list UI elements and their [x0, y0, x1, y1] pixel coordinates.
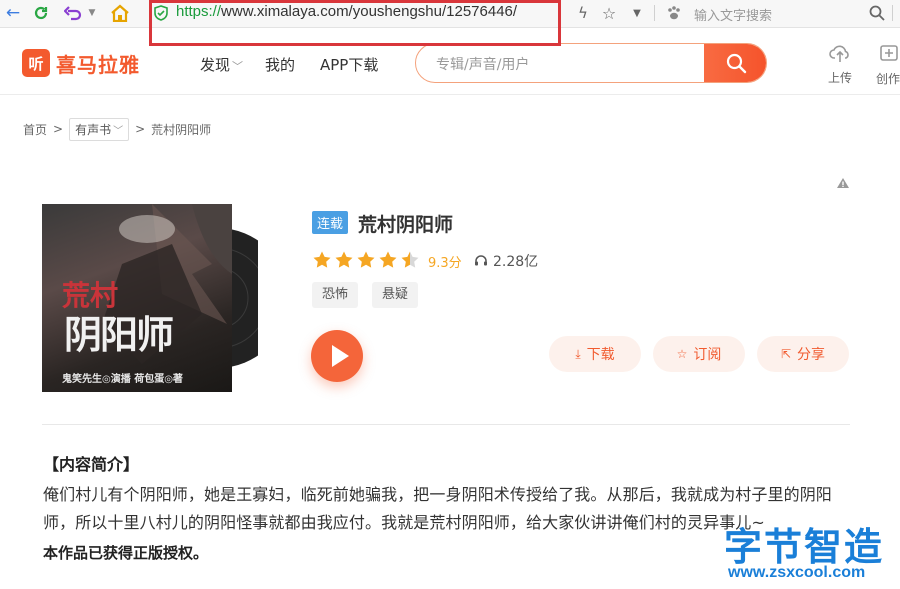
create-icon[interactable]: [878, 43, 900, 67]
undo-icon[interactable]: [62, 2, 84, 24]
upload-label: 上传: [827, 71, 852, 85]
menu-dropdown-icon[interactable]: ▼: [630, 2, 644, 24]
lightning-icon[interactable]: ϟ: [574, 2, 592, 24]
refresh-icon[interactable]: [30, 2, 52, 24]
toolbar-divider: [654, 5, 655, 21]
search-icon: [726, 53, 746, 74]
download-icon: ⤓: [575, 346, 581, 361]
play-count: 2.28亿: [493, 254, 539, 270]
copyright-note: 本作品已获得正版授权。: [43, 544, 209, 562]
album-cover[interactable]: 荒村 阴阳师 鬼笑先生◎演播 荷包蛋◎著: [42, 204, 232, 392]
cloud-upload-icon: [829, 45, 849, 62]
breadcrumb-separator: >: [135, 122, 146, 136]
intro-heading: 【内容简介】: [43, 455, 140, 474]
logo-text[interactable]: 喜马拉雅: [56, 49, 140, 78]
browser-toolbar: ← ▼ https://www.ximalaya.com/youshengshu…: [0, 0, 900, 28]
cover-credit: 鬼笑先生◎演播 荷包蛋◎著: [62, 374, 183, 385]
section-divider: [42, 424, 850, 425]
breadcrumb: 首页 > 有声书 ﹀ > 荒村阴阳师: [23, 117, 211, 141]
breadcrumb-separator: >: [53, 122, 64, 136]
nav-discover-label: 发现: [200, 56, 231, 74]
url-scheme: https://: [176, 3, 222, 20]
browser-search-input[interactable]: 输入文字搜索: [694, 5, 772, 24]
tag-suspense[interactable]: 悬疑: [372, 282, 419, 308]
download-label: 下载: [586, 347, 615, 363]
star-outline-icon: ☆: [676, 347, 688, 361]
star-bookmark-icon[interactable]: ☆: [599, 2, 619, 24]
headphones-icon: [475, 255, 487, 266]
home-icon[interactable]: [108, 2, 132, 24]
nav-app-download[interactable]: APP下载: [320, 54, 378, 75]
search-icon[interactable]: [866, 2, 888, 24]
star-rating-icon: [313, 251, 419, 268]
nav-mine[interactable]: 我的: [265, 54, 295, 75]
url-path: www.ximalaya.com/youshengshu/12576446/: [221, 3, 518, 20]
breadcrumb-category-label: 有声书: [75, 122, 112, 137]
cover-title-main: 阴阳师: [64, 312, 174, 357]
upload-button[interactable]: 上传: [822, 43, 858, 86]
share-icon: ⇱: [780, 347, 792, 361]
status-badge: 连载: [312, 211, 349, 234]
site-header: 听 喜马拉雅 发现 ﹀ 我的 APP下载 专辑/声音/用户 上传 创作: [0, 29, 900, 95]
site-search-box: 专辑/声音/用户: [415, 43, 767, 83]
download-button[interactable]: ⤓ 下载: [549, 336, 641, 372]
back-icon[interactable]: ←: [2, 2, 24, 24]
rating-score: 9.3分: [428, 256, 462, 271]
subscribe-button[interactable]: ☆ 订阅: [653, 336, 745, 372]
address-bar-url[interactable]: https://www.ximalaya.com/youshengshu/125…: [176, 3, 517, 20]
create-label[interactable]: 创作: [876, 70, 900, 87]
site-search-input[interactable]: 专辑/声音/用户: [436, 54, 529, 74]
toolbar-divider-right: [892, 5, 893, 21]
subscribe-label: 订阅: [693, 347, 722, 363]
breadcrumb-category-dropdown[interactable]: 有声书 ﹀: [69, 117, 130, 141]
chevron-down-icon: ﹀: [232, 60, 244, 73]
report-warning-icon[interactable]: [836, 177, 850, 189]
site-search-button[interactable]: [704, 44, 766, 82]
tag-horror[interactable]: 恐怖: [312, 282, 359, 308]
nav-discover[interactable]: 发现 ﹀: [200, 54, 243, 75]
secure-shield-icon: [154, 5, 168, 21]
chevron-down-icon: ﹀: [113, 125, 124, 137]
share-button[interactable]: ⇱ 分享: [757, 336, 849, 372]
breadcrumb-home[interactable]: 首页: [23, 121, 47, 138]
rating-stars: [312, 250, 422, 270]
watermark-brand: 字节智造: [724, 525, 885, 569]
breadcrumb-current: 荒村阴阳师: [151, 122, 212, 137]
undo-dropdown-icon[interactable]: ▼: [86, 2, 98, 24]
play-button[interactable]: [311, 330, 363, 382]
watermark-url: www.zsxcool.com: [728, 564, 866, 581]
album-title: 荒村阴阳师: [358, 214, 454, 236]
share-label: 分享: [797, 347, 826, 363]
logo-icon[interactable]: 听: [22, 49, 50, 77]
baidu-paw-icon: [664, 2, 684, 24]
